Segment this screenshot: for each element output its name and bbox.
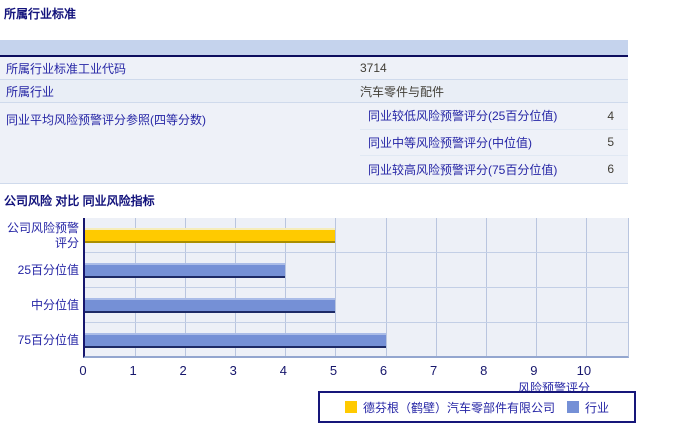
subrow-low-risk: 同业较低风险预警评分(25百分位值) 4 [360,103,628,130]
subrow-label: 同业较高风险预警评分(75百分位值) [368,162,558,177]
legend-item-0: 德芬根（鹤壁）汽车零部件有限公司 [344,399,555,416]
bar-1 [85,263,286,278]
x-tick-label-3: 3 [229,363,237,378]
group-label: 同业平均风险预警评分参照(四等分数) [6,113,206,127]
x-tick-label-6: 6 [379,363,388,378]
category-band-2 [85,288,628,323]
y-axis-label-2: 中分位值 [30,298,79,312]
x-tick-label-4: 4 [279,363,287,378]
row-label: 所属行业 [6,84,55,99]
row-value: 汽车零件与配件 [360,84,445,99]
bar-3 [85,333,386,348]
x-tick-label-0: 0 [79,363,87,378]
x-tick-label-8: 8 [480,363,488,378]
row-label: 所属行业标准工业代码 [6,61,127,76]
x-tick-label-7: 7 [430,363,438,378]
section-title-risk-comparison: 公司风险 对比 同业风险指标 [4,194,155,208]
table-row-industry-code: 所属行业标准工业代码 3714 [0,57,628,80]
chart-legend: 德芬根（鹤壁）汽车零部件有限公司 行业 [318,391,636,423]
legend-item-1: 行业 [567,399,609,416]
table-row-quartile-group: 同业平均风险预警评分参照(四等分数) 同业较低风险预警评分(25百分位值) 4 … [0,103,628,184]
legend-label: 德芬根（鹤壁）汽车零部件有限公司 [362,400,555,415]
row-value: 3714 [360,61,387,75]
subrow-high-risk: 同业较高风险预警评分(75百分位值) 6 [360,156,628,183]
industry-standard-report-page: 所属行业标准 所属行业标准工业代码 3714 所属行业 汽车零件与配件 同业平均… [0,0,686,427]
quartile-subrows: 同业较低风险预警评分(25百分位值) 4 同业中等风险预警评分(中位值) 5 同… [360,103,628,183]
legend-swatch-icon [567,401,579,413]
subrow-label: 同业较低风险预警评分(25百分位值) [368,109,558,124]
x-tick-label-2: 2 [179,363,187,378]
subrow-label: 同业中等风险预警评分(中位值) [368,135,532,150]
risk-comparison-bar-chart: 公司风险预警 评分 25百分位值 中分位值 75百分位值 风险预警评分 德芬根（鹤壁）… [0,218,686,427]
x-tick-label-9: 9 [530,363,538,378]
x-tick-label-5: 5 [329,363,338,378]
category-band-0 [85,218,628,253]
x-tick-label-10: 10 [576,363,592,378]
y-axis-label-3: 75百分位值 [17,333,79,347]
subrow-value: 4 [607,108,614,123]
legend-swatch-icon [344,401,357,413]
chart-y-axis-labels: 公司风险预警 评分 25百分位值中分位值 75百分位值 [0,218,79,358]
bar-0 [85,228,336,243]
category-band-3 [85,323,628,358]
table-header-band [0,40,628,57]
legend-label: 行业 [585,400,610,415]
chart-plot-area [83,218,629,358]
y-axis-label-1: 25百分位值 [17,263,79,277]
table-row-industry: 所属行业 汽车零件与配件 [0,80,628,103]
subrow-value: 6 [607,162,614,177]
subrow-value: 5 [607,135,614,150]
x-tick-label-1: 1 [129,363,137,378]
section-title-industry-standard: 所属行业标准 [4,7,77,21]
category-band-1 [85,253,628,288]
bar-2 [85,298,336,313]
subrow-medium-risk: 同业中等风险预警评分(中位值) 5 [360,130,628,156]
industry-standard-table: 所属行业标准工业代码 3714 所属行业 汽车零件与配件 同业平均风险预警评分参… [0,40,628,184]
y-axis-label-0: 公司风险预警 评分 [6,220,79,250]
